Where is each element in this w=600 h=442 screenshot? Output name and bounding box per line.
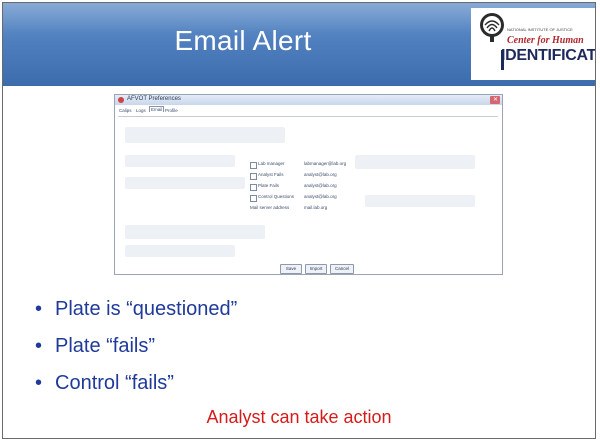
slide-title: Email Alert [174,25,312,56]
option-value[interactable]: mail.lab.org [304,205,327,210]
dialog-titlebar: AFVOT Preferences ✕ [115,95,502,105]
tab-email[interactable]: Email [149,106,165,112]
faded-panel [125,155,235,167]
option-checkbox[interactable] [250,162,257,169]
title-banner: Email Alert NATIONAL INSTITUTE OF JUSTIC… [3,3,595,86]
tab-calips[interactable]: Calips [119,108,132,113]
option-value[interactable]: analyst@lab.org [304,194,337,199]
app-icon [118,97,124,103]
center-for-human-identification-logo: NATIONAL INSTITUTE OF JUSTICE Center for… [471,8,595,80]
bullet-text: Plate “fails” [55,335,156,357]
option-label: Lab manager [258,161,285,166]
import-button[interactable]: Import [305,264,327,274]
action-note: Analyst can take action [206,407,392,427]
faded-panel [125,127,285,143]
slide: Email Alert NATIONAL INSTITUTE OF JUSTIC… [2,2,596,439]
option-label: Plate Fails [258,183,280,188]
option-checkbox[interactable] [250,173,257,180]
dialog-title: AFVOT Preferences [127,96,181,102]
fingerprint-globe-icon [480,13,504,42]
option-label: Control Questions [258,194,295,199]
bullet-dot: • [35,298,43,320]
option-value[interactable]: analyst@lab.org [304,183,337,188]
close-icon: ✕ [493,97,499,103]
option-checkbox[interactable] [250,184,257,191]
close-button[interactable]: ✕ [490,96,500,104]
bullet-text: Plate is “questioned” [55,298,238,320]
bullet-dot: • [35,335,43,357]
bullet-text: Control “fails” [55,372,174,394]
tab-divider [118,116,498,117]
save-button[interactable]: Save [280,264,302,274]
faded-panel [125,225,265,239]
option-label: Mail server address [250,205,290,210]
preferences-dialog-screenshot: AFVOT Preferences ✕ Calips Logs Email Pr… [114,94,503,275]
faded-panel [125,177,245,189]
logo-small-text: NATIONAL INSTITUTE OF JUSTICE [507,27,573,32]
option-checkbox[interactable] [250,195,257,202]
tab-profile[interactable]: Profile [165,108,178,113]
faded-panel [355,155,475,169]
option-value[interactable]: analyst@lab.org [304,172,337,177]
logo-line-2: IDENTIFICATION [501,47,596,64]
logo-line-1: Center for Human [507,35,584,46]
faded-panel [365,195,475,207]
bullet-dot: • [35,372,43,394]
option-label: Analyst Fails [258,172,284,177]
option-value[interactable]: labmanager@lab.org [304,161,346,166]
tab-logs[interactable]: Logs [136,108,146,113]
cancel-button[interactable]: Cancel [330,264,354,274]
faded-panel [125,245,235,257]
